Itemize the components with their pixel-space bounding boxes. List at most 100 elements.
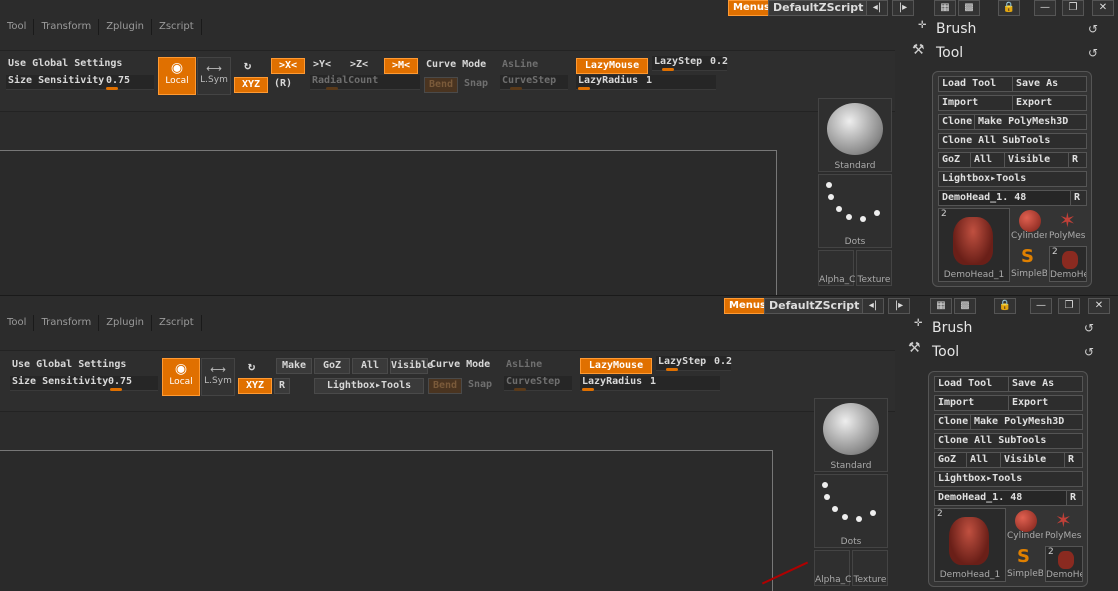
current-tool-slider[interactable]: DemoHead_1. 48	[938, 190, 1071, 206]
local-symmetry-button[interactable]: ◉ Local	[158, 57, 196, 95]
clone-all-subtools-button[interactable]: Clone All SubTools	[938, 133, 1087, 149]
brush-palette-title[interactable]: Brush	[936, 21, 976, 37]
menu-tool-2[interactable]: Tool	[0, 315, 35, 331]
brush-reset-icon-2[interactable]: ↺	[1084, 321, 1094, 335]
bend-button[interactable]: Bend	[424, 77, 458, 93]
menu-tool[interactable]: Tool	[0, 19, 35, 35]
layout-2-icon-2[interactable]: ▩	[954, 298, 976, 314]
z-symmetry-button[interactable]: >Z<	[350, 59, 368, 70]
save-as-button[interactable]: Save As	[1012, 76, 1087, 92]
close-icon[interactable]: ✕	[1092, 0, 1114, 16]
rotate-icon-2[interactable]: ↻	[248, 359, 255, 373]
goz-button[interactable]: GoZ	[938, 152, 971, 168]
asline-button[interactable]: AsLine	[502, 59, 538, 70]
lock-icon[interactable]: 🔒	[998, 0, 1020, 16]
layout-2-icon[interactable]: ▩	[958, 0, 980, 16]
texture-tile[interactable]: Texture	[856, 250, 892, 286]
maximize-icon[interactable]: ❐	[1062, 0, 1084, 16]
lazystep-slider-2[interactable]: LazyStep 0.2	[656, 356, 732, 371]
curvestep-slider-2[interactable]: CurveStep	[504, 376, 572, 391]
dock-left-icon[interactable]: ◂|	[866, 0, 888, 16]
load-tool-button-2[interactable]: Load Tool	[934, 376, 1009, 392]
tool-thumb-cylinder-2[interactable]: Cylinder	[1007, 508, 1043, 542]
visible-button-toolbar-2[interactable]: Visible	[390, 358, 433, 374]
menu-transform[interactable]: Transform	[34, 19, 100, 35]
clone-button-2[interactable]: Clone	[934, 414, 971, 430]
goz-r-button-2[interactable]: R	[1064, 452, 1083, 468]
tool-thumb-demohead[interactable]: 2 DemoHead_1	[938, 208, 1010, 282]
tool-thumb-polymesh-2[interactable]: ✶ PolyMes	[1045, 508, 1083, 542]
menu-zscript[interactable]: Zscript	[152, 19, 202, 35]
radial-r-button-2[interactable]: R	[274, 378, 290, 394]
save-as-button-2[interactable]: Save As	[1008, 376, 1083, 392]
lazyradius-slider-2[interactable]: LazyRadius 1	[580, 376, 720, 391]
x-symmetry-button[interactable]: >X<	[271, 58, 305, 74]
export-button[interactable]: Export	[1012, 95, 1087, 111]
goz-all-button[interactable]: All	[970, 152, 1005, 168]
texture-tile-2[interactable]: Texture	[852, 550, 888, 586]
lightbox-tools-button[interactable]: Lightbox▸Tools	[938, 171, 1087, 187]
current-tool-slider-2[interactable]: DemoHead_1. 48	[934, 490, 1067, 506]
alpha-tile[interactable]: Alpha_C	[818, 250, 855, 286]
make-polymesh-button-2[interactable]: Make PolyMesh3D	[970, 414, 1083, 430]
dock-left-icon-2[interactable]: ◂|	[862, 298, 884, 314]
m-symmetry-button[interactable]: >M<	[384, 58, 418, 74]
goz-r-button[interactable]: R	[1068, 152, 1087, 168]
local-symmetry-button-2[interactable]: ◉ Local	[162, 358, 200, 396]
goz-visible-button[interactable]: Visible	[1004, 152, 1069, 168]
tool-reset-icon[interactable]: ↺	[1088, 46, 1098, 60]
tool-thumb-simplebrush-2[interactable]: S SimpleBr	[1007, 546, 1043, 580]
make-polymesh-button[interactable]: Make PolyMesh3D	[974, 114, 1087, 130]
tool-thumb-cylinder[interactable]: Cylinder	[1011, 208, 1047, 242]
xyz-button-2[interactable]: XYZ	[238, 378, 272, 394]
export-button-2[interactable]: Export	[1008, 395, 1083, 411]
lightbox-tools-toolbar-2[interactable]: Lightbox▸Tools	[314, 378, 424, 394]
snap-button[interactable]: Snap	[464, 78, 488, 89]
goz-button-toolbar-2[interactable]: GoZ	[314, 358, 350, 374]
goz-button-2[interactable]: GoZ	[934, 452, 967, 468]
brush-reset-icon[interactable]: ↺	[1088, 22, 1098, 36]
menu-transform-2[interactable]: Transform	[34, 315, 100, 331]
clone-button[interactable]: Clone	[938, 114, 975, 130]
menu-zscript-2[interactable]: Zscript	[152, 315, 202, 331]
use-global-settings-button[interactable]: Use Global Settings	[8, 58, 122, 69]
tool-thumb-demohead2-2[interactable]: 2 DemoHe	[1045, 546, 1083, 582]
curve-mode-button[interactable]: Curve Mode	[426, 59, 486, 70]
clone-all-subtools-button-2[interactable]: Clone All SubTools	[934, 433, 1083, 449]
lightbox-tools-button-2[interactable]: Lightbox▸Tools	[934, 471, 1083, 487]
goz-visible-button-2[interactable]: Visible	[1000, 452, 1065, 468]
asline-button-2[interactable]: AsLine	[506, 359, 542, 370]
tool-palette-title[interactable]: Tool	[936, 45, 963, 61]
tool-thumb-demohead-2[interactable]: 2 DemoHead_1	[934, 508, 1006, 582]
radial-count-slider[interactable]: RadialCount	[310, 75, 420, 90]
document-canvas-2[interactable]	[0, 450, 773, 591]
lazymouse-button[interactable]: LazyMouse	[576, 58, 648, 74]
document-canvas[interactable]	[0, 150, 777, 295]
use-global-settings-button-2[interactable]: Use Global Settings	[12, 359, 126, 370]
brush-palette-title-2[interactable]: Brush	[932, 320, 972, 336]
make-button-2[interactable]: Make	[276, 358, 312, 374]
curve-mode-button-2[interactable]: Curve Mode	[430, 359, 490, 370]
maximize-icon-2[interactable]: ❐	[1058, 298, 1080, 314]
y-symmetry-button[interactable]: >Y<	[313, 59, 331, 70]
lock-icon-2[interactable]: 🔒	[994, 298, 1016, 314]
dock-right-icon[interactable]: |▸	[892, 0, 914, 16]
tool-thumb-polymesh[interactable]: ✶ PolyMes	[1049, 208, 1087, 242]
dock-right-icon-2[interactable]: |▸	[888, 298, 910, 314]
radial-r-button[interactable]: (R)	[274, 78, 292, 89]
minimize-icon[interactable]: —	[1034, 0, 1056, 16]
tool-palette-title-2[interactable]: Tool	[932, 344, 959, 360]
curvestep-slider[interactable]: CurveStep	[500, 75, 568, 90]
lsym-button-2[interactable]: ⟷ L.Sym	[201, 358, 235, 396]
standard-brush-tile[interactable]: Standard	[818, 98, 892, 172]
size-sensitivity-slider[interactable]: Size Sensitivity 0.75	[6, 75, 154, 90]
default-zscript-button-2[interactable]: DefaultZScript	[764, 298, 865, 314]
lazyradius-slider[interactable]: LazyRadius 1	[576, 75, 716, 90]
bend-button-2[interactable]: Bend	[428, 378, 462, 394]
all-button-toolbar-2[interactable]: All	[352, 358, 388, 374]
lsym-button[interactable]: ⟷ L.Sym	[197, 57, 231, 95]
standard-brush-tile-2[interactable]: Standard	[814, 398, 888, 472]
size-sensitivity-slider-2[interactable]: Size Sensitivity 0.75	[10, 376, 158, 391]
import-button-2[interactable]: Import	[934, 395, 1009, 411]
current-tool-r-button[interactable]: R	[1070, 190, 1087, 206]
